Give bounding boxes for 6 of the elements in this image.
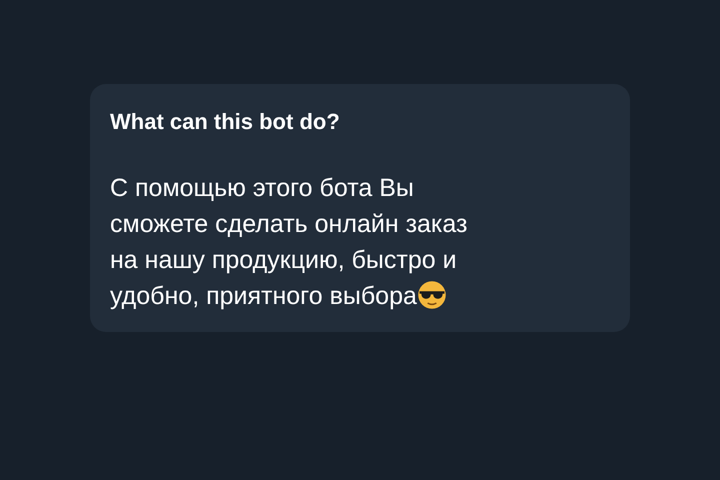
description-line: на нашу продукцию, быстро и xyxy=(110,246,457,274)
description-line: С помощью этого бота Вы xyxy=(110,174,414,202)
sunglasses-face-icon xyxy=(416,280,447,310)
description-line: удобно, приятного выбора xyxy=(110,282,417,310)
description-line: сможете сделать онлайн заказ xyxy=(110,210,468,238)
card-title: What can this bot do? xyxy=(110,108,341,136)
